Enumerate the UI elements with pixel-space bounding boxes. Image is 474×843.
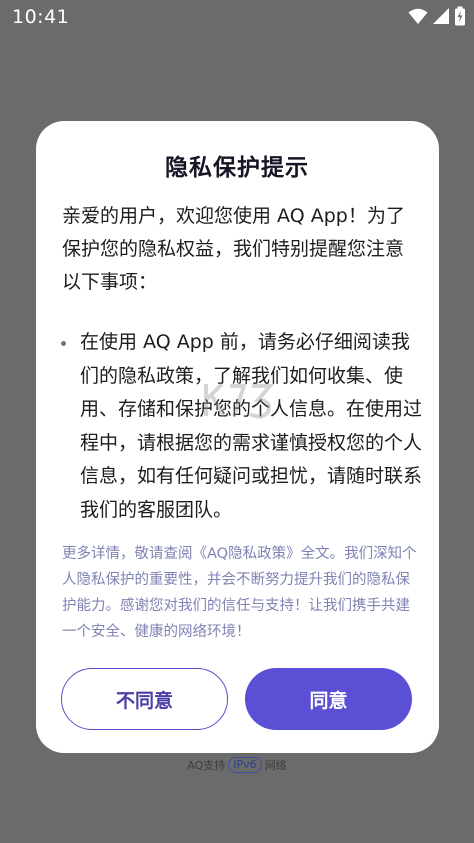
status-time: 10:41: [12, 6, 70, 28]
status-bar: 10:41: [0, 0, 474, 34]
screen: 10:41 隐私保护提示 亲爱的用户，欢迎您使用 AQ App！为了保护您的隐私…: [0, 0, 474, 843]
wifi-icon: [408, 7, 428, 25]
cellular-signal-icon: [432, 7, 450, 25]
ipv6-suffix: 网络: [264, 759, 287, 772]
dialog-title: 隐私保护提示: [165, 155, 309, 181]
footer-note: 更多详情，敬请查阅《AQ隐私政策》全文。我们深知个人隐私保护的重要性，并会不断努…: [62, 546, 417, 640]
bullet-dot-icon: [61, 341, 66, 346]
battery-charging-icon: [454, 6, 466, 26]
agree-button[interactable]: 同意: [245, 668, 412, 730]
ipv6-support-caption: AQ支持 IPv6 网络: [0, 757, 474, 773]
ipv6-badge: IPv6: [228, 757, 262, 773]
disagree-button[interactable]: 不同意: [61, 668, 228, 730]
watermark-logo-icon: [204, 382, 275, 419]
ipv6-prefix: AQ支持: [187, 759, 226, 772]
bullet-text: 在使用 AQ App 前，请务必仔细阅读我们的隐私政策，了解我们如何收集、使用、…: [80, 331, 423, 521]
intro-text: 亲爱的用户，欢迎您使用 AQ App！为了保护您的隐私权益，我们特别提醒您注意以…: [62, 205, 405, 293]
status-icons: [408, 5, 466, 27]
